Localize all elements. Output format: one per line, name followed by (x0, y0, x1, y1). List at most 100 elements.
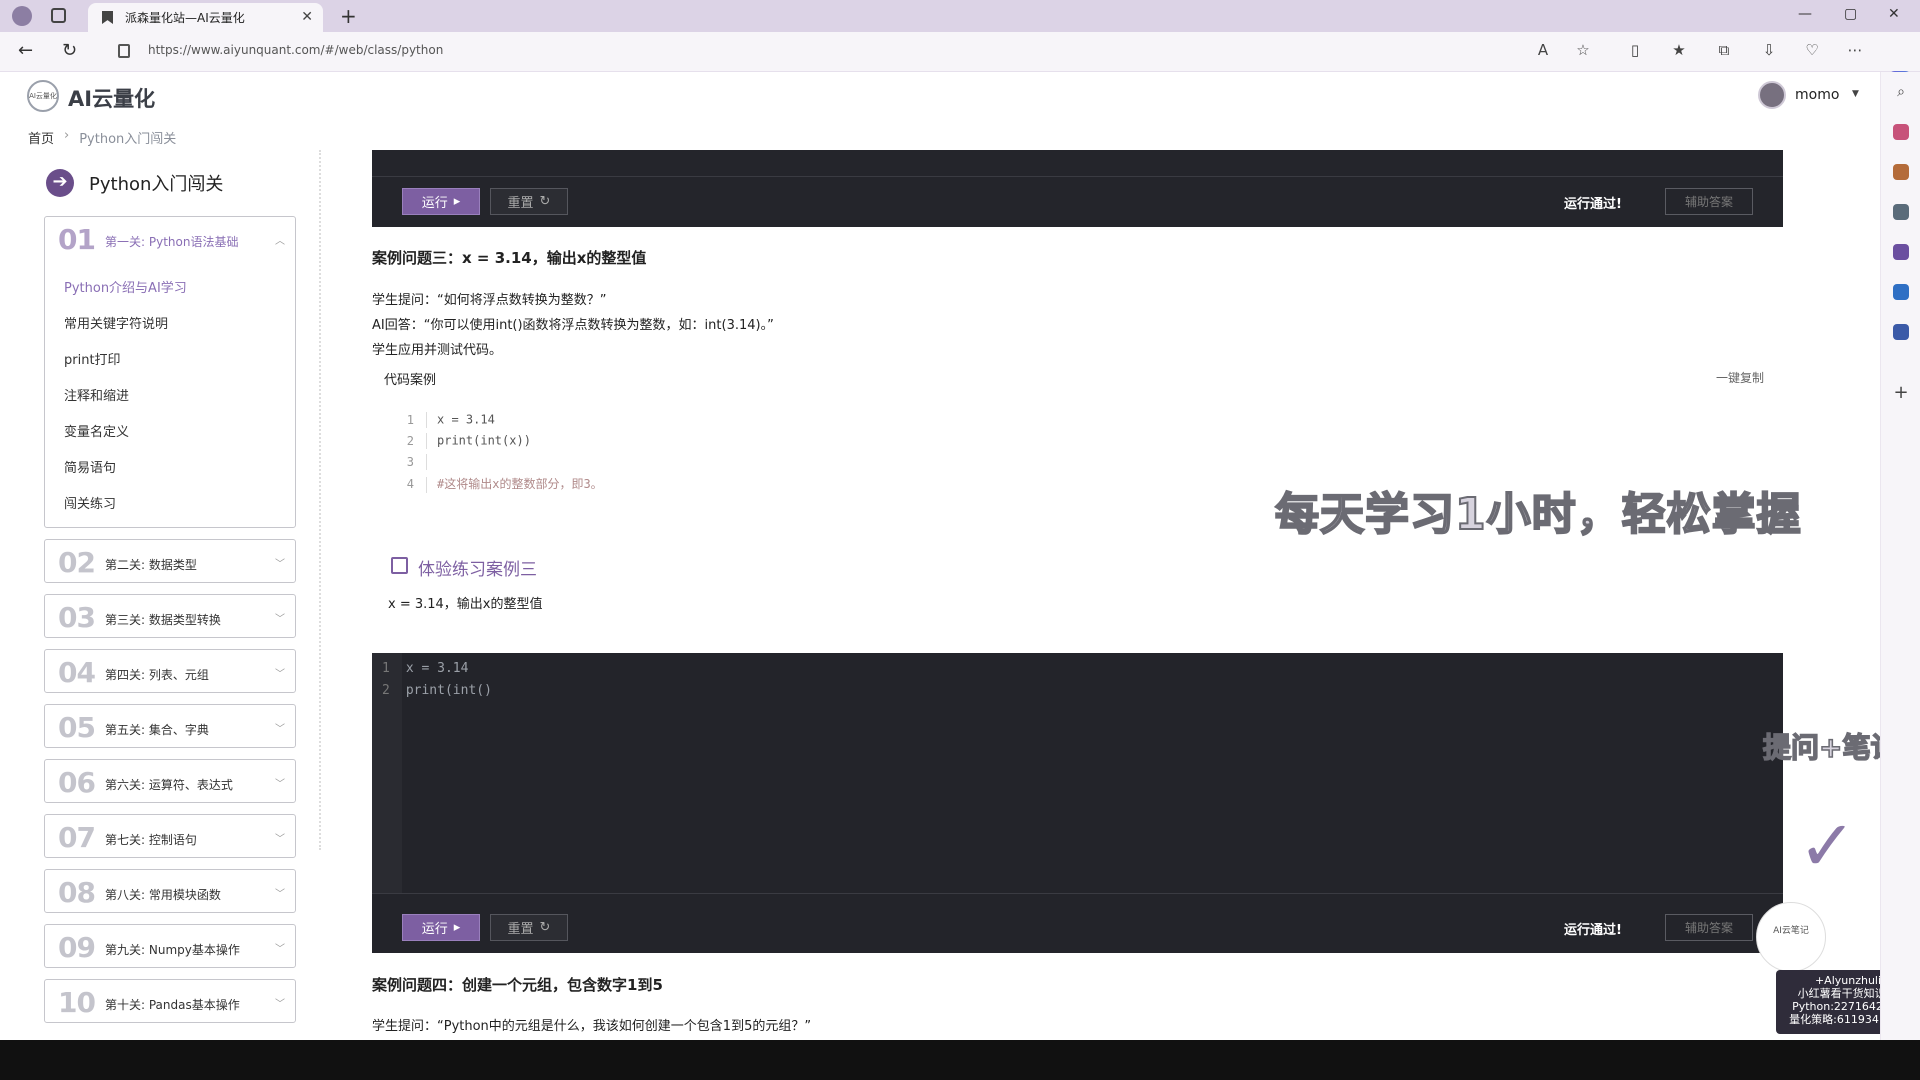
chapter-title: 第一关: Python语法基础 (105, 235, 239, 249)
favorites-icon[interactable]: ★ (1670, 41, 1688, 59)
lesson-item[interactable]: 注释和缩进 (64, 385, 129, 404)
browser-tab-bar: 派森量化站—AI云量化 ✕ + — ▢ ✕ (0, 0, 1920, 32)
tools-icon[interactable] (1893, 204, 1909, 220)
refresh-icon[interactable]: ↻ (62, 40, 77, 61)
help-answer-button[interactable]: 辅助答案 (1665, 188, 1753, 215)
refresh-icon: ↻ (539, 920, 551, 935)
chevron-up-icon[interactable]: ︿ (275, 232, 285, 247)
breadcrumb-home[interactable]: 首页 (28, 128, 54, 147)
more-icon[interactable]: ⋯ (1846, 41, 1864, 59)
chapter-09[interactable]: 09 第九关: Numpy基本操作 ﹀ (44, 924, 296, 968)
chapter-title: 第五关: 集合、字典 (105, 723, 209, 737)
chapter-title: 第八关: 常用模块函数 (105, 888, 221, 902)
chapter-02[interactable]: 02 第二关: 数据类型 ﹀ (44, 539, 296, 583)
search-icon[interactable]: ⌕ (1893, 84, 1909, 100)
user-name[interactable]: momo (1795, 87, 1839, 103)
run-status: 运行通过! (1564, 197, 1622, 212)
editor-line[interactable]: 2 print(int() (382, 683, 492, 698)
copy-button[interactable]: 一键复制 (1716, 369, 1764, 386)
chapter-01[interactable]: 01 第一关: Python语法基础 ︿ Python介绍与AI学习 常用关键字… (44, 216, 296, 528)
code-line: 1x = 3.14 (406, 412, 495, 428)
chapter-03[interactable]: 03 第三关: 数据类型转换 ﹀ (44, 594, 296, 638)
chapter-number: 09 (58, 931, 96, 964)
chapter-10[interactable]: 10 第十关: Pandas基本操作 ﹀ (44, 979, 296, 1023)
reset-button[interactable]: 重置 ↻ (490, 188, 568, 215)
case-title: 案例问题三：x = 3.14，输出x的整型值 (372, 249, 647, 267)
performance-icon[interactable]: ♡ (1803, 41, 1821, 59)
chapter-number: 04 (58, 656, 96, 689)
favorite-star-icon[interactable]: ☆ (1574, 41, 1592, 59)
tag-icon[interactable] (1893, 124, 1909, 140)
chapter-06[interactable]: 06 第六关: 运算符、表达式 ﹀ (44, 759, 296, 803)
add-icon[interactable]: + (1893, 384, 1909, 402)
chevron-down-icon: ﹀ (275, 724, 285, 735)
lesson-item[interactable]: 常用关键字符说明 (64, 313, 168, 332)
site-logo-icon[interactable]: AI云量化 (27, 80, 59, 112)
avatar[interactable] (1758, 81, 1786, 109)
chapter-04[interactable]: 04 第四关: 列表、元组 ﹀ (44, 649, 296, 693)
student-question: 学生提问：“如何将浮点数转换为整数？” (372, 293, 607, 308)
new-tab-button[interactable]: + (340, 4, 357, 28)
minimize-button[interactable]: — (1798, 6, 1812, 22)
chevron-down-icon: ﹀ (275, 779, 285, 790)
editor-divider (372, 893, 1783, 894)
chevron-down-icon: ﹀ (275, 559, 285, 570)
practice-code-editor[interactable]: 1x = 3.14 2 print(int() 运行 ▸ 重置 ↻ 运行通过! 辅… (372, 653, 1783, 953)
run-button[interactable]: 运行 ▸ (402, 914, 480, 941)
sidebar-scrollbar[interactable] (319, 150, 322, 850)
web-icon[interactable] (1893, 324, 1909, 340)
breadcrumb: 首页 › Python入门闯关 (28, 128, 176, 147)
lock-icon[interactable] (118, 44, 130, 58)
split-screen-icon[interactable]: ▯ (1626, 41, 1644, 59)
edit-icon (391, 557, 408, 574)
back-icon[interactable]: ← (18, 40, 33, 61)
tab-title: 派森量化站—AI云量化 (125, 11, 245, 25)
chapter-number: 06 (58, 766, 96, 799)
run-button[interactable]: 运行 ▸ (402, 188, 480, 215)
lesson-item[interactable]: 闯关练习 (64, 493, 116, 512)
editor-line[interactable]: 1x = 3.14 (382, 661, 468, 676)
collections-icon[interactable]: ⧉ (1715, 41, 1733, 59)
chevron-down-icon[interactable]: ▼ (1852, 89, 1859, 99)
restore-button[interactable]: ▢ (1844, 6, 1857, 22)
downloads-icon[interactable]: ⇩ (1760, 41, 1778, 59)
help-answer-button[interactable]: 辅助答案 (1665, 914, 1753, 941)
code-editor-previous[interactable]: 运行 ▸ 重置 ↻ 运行通过! 辅助答案 (372, 150, 1783, 227)
ai-notes-label: AI云笔记 (1773, 926, 1809, 936)
url-field[interactable]: https://www.aiyunquant.com/#/web/class/p… (148, 43, 443, 57)
lesson-item[interactable]: 变量名定义 (64, 421, 129, 440)
lesson-item[interactable]: Python介绍与AI学习 (64, 277, 187, 296)
chapter-08[interactable]: 08 第八关: 常用模块函数 ﹀ (44, 869, 296, 913)
profile-icon[interactable] (12, 6, 32, 26)
chapter-number: 03 (58, 601, 96, 634)
chevron-down-icon: ﹀ (275, 999, 285, 1010)
code-example-label: 代码案例 (384, 373, 437, 388)
briefcase-icon[interactable] (1893, 164, 1909, 180)
browser-tab[interactable]: 派森量化站—AI云量化 ✕ (88, 3, 323, 32)
chapter-title: 第三关: 数据类型转换 (105, 613, 221, 627)
browser-sidebar: ⌕ + (1880, 72, 1920, 1040)
close-tab-icon[interactable]: ✕ (301, 9, 313, 25)
chapter-title: 第九关: Numpy基本操作 (105, 943, 240, 957)
lesson-item[interactable]: 简易语句 (64, 457, 116, 476)
address-bar-row: ← ↻ https://www.aiyunquant.com/#/web/cla… (0, 32, 1920, 95)
reset-button[interactable]: 重置 ↻ (490, 914, 568, 941)
close-window-button[interactable]: ✕ (1888, 6, 1900, 22)
site-logo-text[interactable]: AI云量化 (68, 83, 155, 113)
play-icon: ▸ (453, 920, 461, 935)
run-label: 运行 (421, 196, 448, 211)
chapter-number: 02 (58, 546, 96, 579)
run-status: 运行通过! (1564, 923, 1622, 938)
lesson-item[interactable]: print打印 (64, 349, 121, 368)
run-label: 运行 (421, 922, 448, 937)
chapter-07[interactable]: 07 第七关: 控制语句 ﹀ (44, 814, 296, 858)
ai-notes-float-button[interactable]: AI云笔记 (1756, 902, 1826, 972)
office-icon[interactable] (1893, 244, 1909, 260)
checkmark-arrow-icon: ✓ (1798, 805, 1857, 887)
tab-actions-icon[interactable] (51, 8, 66, 23)
outlook-icon[interactable] (1893, 284, 1909, 300)
ai-answer: AI回答：“你可以使用int()函数将浮点数转换为整数，如：int(3.14)。… (372, 318, 774, 333)
chapter-05[interactable]: 05 第五关: 集合、字典 ﹀ (44, 704, 296, 748)
read-aloud-icon[interactable]: A (1534, 41, 1552, 59)
chevron-down-icon: ﹀ (275, 614, 285, 625)
